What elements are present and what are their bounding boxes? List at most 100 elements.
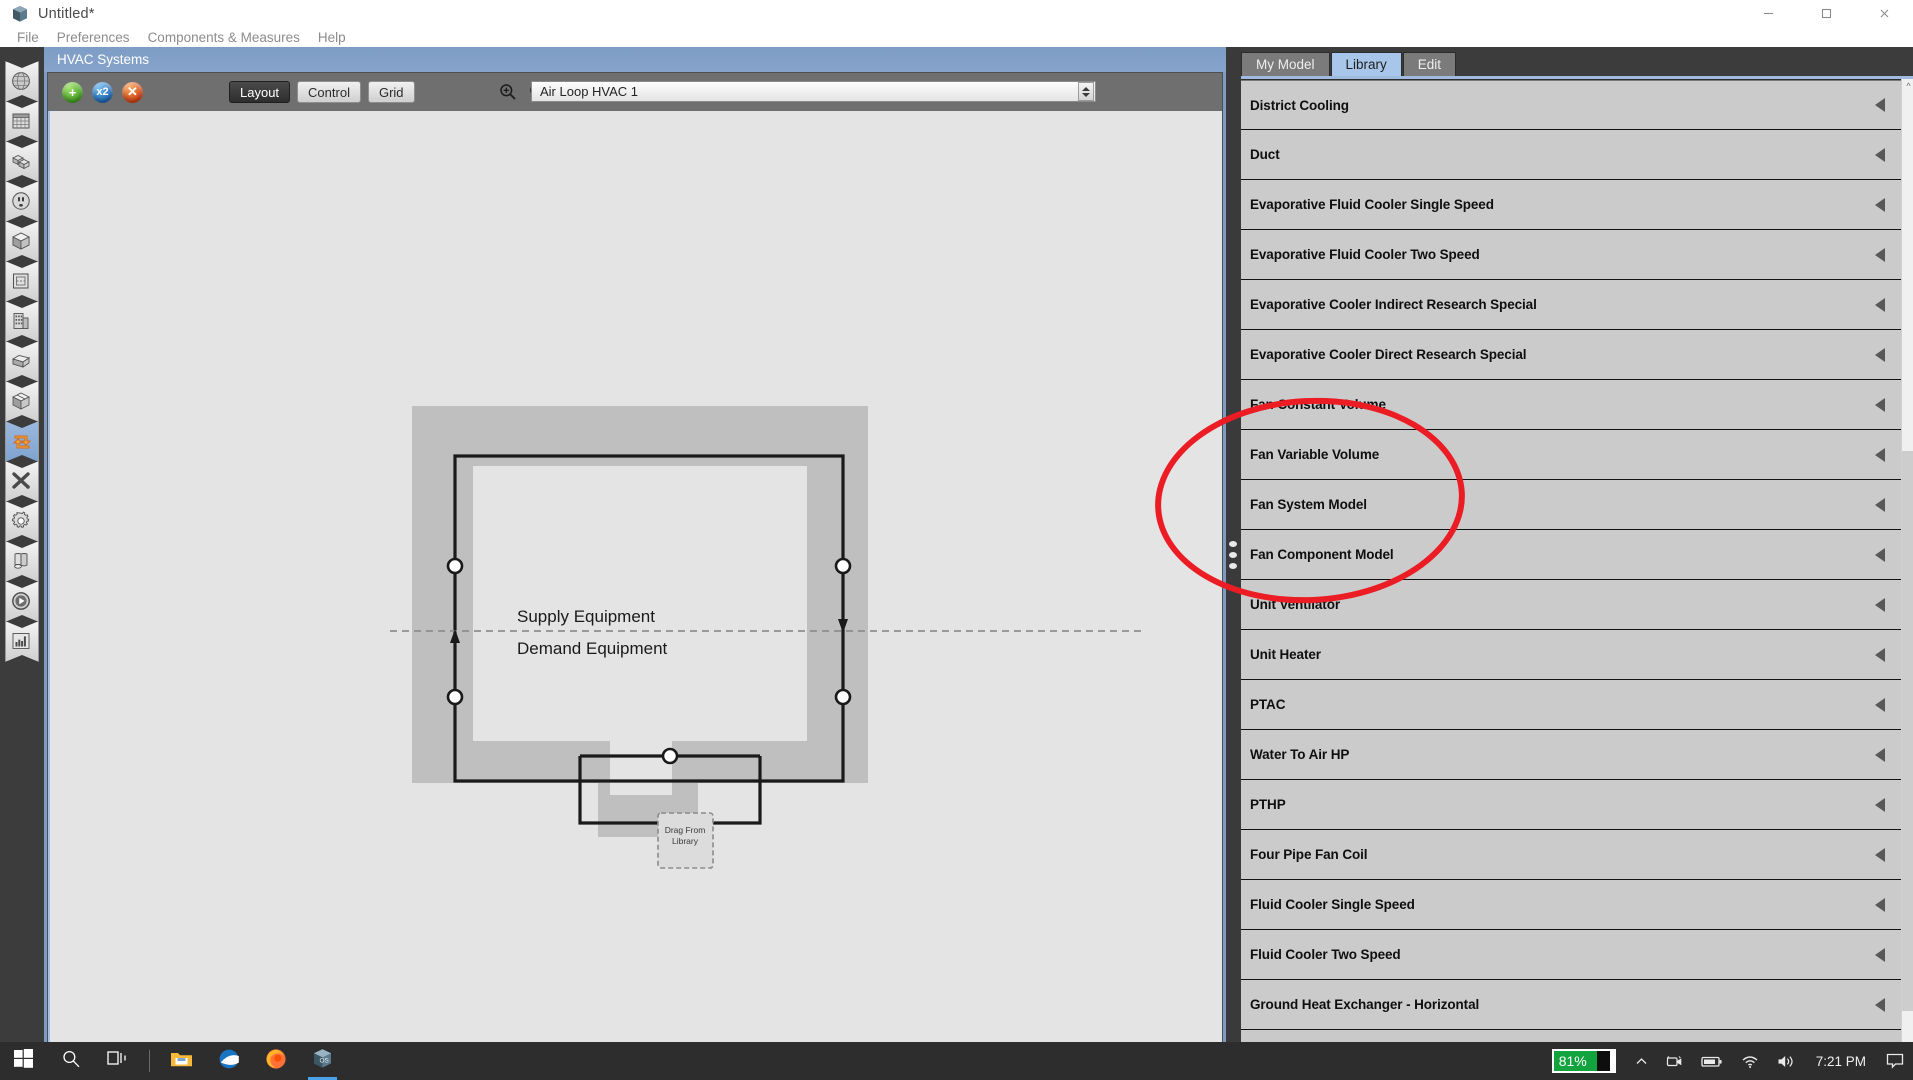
library-scrollbar[interactable]: ^	[1901, 79, 1913, 1056]
list-item[interactable]: Fluid Cooler Two Speed	[1241, 930, 1901, 980]
delete-loop-button[interactable]: ✕	[122, 81, 143, 103]
minimize-button[interactable]	[1739, 0, 1797, 27]
list-item[interactable]: District Cooling	[1241, 80, 1901, 130]
list-item-fan-variable-volume[interactable]: Fan Variable Volume	[1241, 430, 1901, 480]
list-item[interactable]: Ground Heat Exchanger - Horizontal	[1241, 980, 1901, 1030]
sidebar-item-geometry[interactable]	[5, 261, 39, 302]
list-item[interactable]: Fluid Cooler Single Speed	[1241, 880, 1901, 930]
sidebar-item-thermal-zones[interactable]	[5, 381, 39, 422]
zoom-in-icon[interactable]	[499, 83, 517, 101]
chevron-left-icon[interactable]	[1875, 897, 1885, 912]
chevron-left-icon[interactable]	[1875, 597, 1885, 612]
air-loop-diagram[interactable]: Supply Equipment Demand Equipment Drag F…	[50, 111, 1222, 1045]
sidebar-item-constructions[interactable]	[5, 141, 39, 182]
duplicate-loop-button[interactable]: x2	[92, 81, 113, 103]
list-item[interactable]: Unit Ventilator	[1241, 580, 1901, 630]
sidebar-item-site[interactable]	[5, 61, 39, 102]
taskbar-file-explorer[interactable]	[158, 1042, 205, 1080]
menu-preferences[interactable]: Preferences	[48, 28, 139, 47]
library-component-list[interactable]: District Cooling Duct Evaporative Fluid …	[1241, 79, 1901, 1056]
chevron-left-icon[interactable]	[1875, 497, 1885, 512]
list-item[interactable]: Duct	[1241, 130, 1901, 180]
sidebar-item-loads[interactable]	[5, 181, 39, 222]
taskbar-clock[interactable]: 7:21 PM	[1805, 1054, 1877, 1069]
sidebar-item-output-variables[interactable]	[5, 541, 39, 582]
list-item[interactable]: Four Pipe Fan Coil	[1241, 830, 1901, 880]
chevron-left-icon[interactable]	[1875, 947, 1885, 962]
chevron-left-icon[interactable]	[1875, 147, 1885, 162]
view-mode-group: Layout Control Grid	[229, 81, 415, 103]
hvac-loop-canvas[interactable]: Supply Equipment Demand Equipment Drag F…	[50, 111, 1222, 1045]
list-item[interactable]: Unit Heater	[1241, 630, 1901, 680]
list-item[interactable]: Evaporative Fluid Cooler Two Speed	[1241, 230, 1901, 280]
wifi-icon[interactable]	[1732, 1042, 1768, 1080]
supply-equipment-label: Supply Equipment	[517, 607, 655, 626]
add-loop-button[interactable]: +	[62, 81, 83, 103]
chevron-left-icon[interactable]	[1875, 347, 1885, 362]
sidebar-item-measures[interactable]	[5, 461, 39, 502]
chevron-left-icon[interactable]	[1875, 747, 1885, 762]
list-item[interactable]: Evaporative Cooler Indirect Research Spe…	[1241, 280, 1901, 330]
chevron-left-icon[interactable]	[1875, 197, 1885, 212]
camera-icon[interactable]	[1657, 1042, 1692, 1080]
list-item[interactable]: PTAC	[1241, 680, 1901, 730]
loop-selector[interactable]: Air Loop HVAC 1	[531, 81, 1096, 102]
chevron-updown-icon[interactable]	[1078, 82, 1094, 101]
chevron-left-icon[interactable]	[1875, 447, 1885, 462]
chevron-left-icon[interactable]	[1875, 297, 1885, 312]
battery-percent-badge[interactable]: 81%	[1551, 1049, 1616, 1073]
scroll-up-icon[interactable]: ^	[1904, 81, 1913, 91]
scrollbar-thumb[interactable]	[1902, 451, 1913, 1011]
chevron-left-icon[interactable]	[1875, 997, 1885, 1012]
list-item[interactable]: Evaporative Cooler Direct Research Speci…	[1241, 330, 1901, 380]
taskbar-search-button[interactable]	[47, 1042, 94, 1080]
chevron-left-icon[interactable]	[1875, 797, 1885, 812]
tab-my-model[interactable]: My Model	[1241, 52, 1330, 76]
chevron-left-icon[interactable]	[1875, 397, 1885, 412]
menu-help[interactable]: Help	[309, 28, 355, 47]
chevron-left-icon[interactable]	[1875, 98, 1885, 112]
list-item[interactable]: Evaporative Fluid Cooler Single Speed	[1241, 180, 1901, 230]
sidebar-item-spaces[interactable]	[5, 341, 39, 382]
taskbar-mail[interactable]	[205, 1042, 252, 1080]
maximize-button[interactable]	[1797, 0, 1855, 27]
taskbar-openstudio[interactable]: OS	[299, 1042, 346, 1080]
battery-icon[interactable]	[1692, 1042, 1732, 1080]
tab-grid[interactable]: Grid	[367, 81, 415, 103]
windows-logo-icon	[14, 1049, 33, 1073]
chevron-up-icon[interactable]	[1626, 1042, 1657, 1080]
list-item-label: Evaporative Cooler Direct Research Speci…	[1250, 347, 1527, 362]
list-item-fan-system-model[interactable]: Fan System Model	[1241, 480, 1901, 530]
chevron-left-icon[interactable]	[1875, 847, 1885, 862]
sidebar-item-run-simulation[interactable]	[5, 581, 39, 622]
menu-file[interactable]: File	[8, 28, 48, 47]
windows-taskbar: OS 81% 7:21 PM	[0, 1042, 1913, 1080]
sidebar-item-simulation-settings[interactable]	[5, 501, 39, 542]
taskbar-start-button[interactable]	[0, 1042, 47, 1080]
taskbar-firefox[interactable]	[252, 1042, 299, 1080]
menu-components-measures[interactable]: Components & Measures	[139, 28, 309, 47]
chevron-left-icon[interactable]	[1875, 697, 1885, 712]
close-button[interactable]	[1855, 0, 1913, 27]
mail-icon	[218, 1049, 240, 1074]
sidebar-item-hvac-systems[interactable]	[5, 421, 39, 462]
notification-icon[interactable]	[1877, 1042, 1913, 1080]
chevron-left-icon[interactable]	[1875, 247, 1885, 262]
tab-edit[interactable]: Edit	[1402, 52, 1457, 76]
sidebar-item-facility[interactable]	[5, 301, 39, 342]
sidebar-item-results-summary[interactable]	[5, 621, 39, 662]
list-item-fan-constant-volume[interactable]: Fan Constant Volume	[1241, 380, 1901, 430]
list-item[interactable]: PTHP	[1241, 780, 1901, 830]
chevron-left-icon[interactable]	[1875, 647, 1885, 662]
taskbar-task-view-button[interactable]	[94, 1042, 141, 1080]
panel-splitter-handle[interactable]	[1226, 47, 1241, 1056]
list-item-fan-component-model[interactable]: Fan Component Model	[1241, 530, 1901, 580]
tab-library[interactable]: Library	[1330, 52, 1402, 76]
chevron-left-icon[interactable]	[1875, 547, 1885, 562]
tab-layout[interactable]: Layout	[229, 81, 291, 103]
tab-control[interactable]: Control	[297, 81, 361, 103]
list-item[interactable]: Water To Air HP	[1241, 730, 1901, 780]
volume-icon[interactable]	[1768, 1042, 1805, 1080]
sidebar-item-space-types[interactable]	[5, 221, 39, 262]
sidebar-item-schedules[interactable]	[5, 101, 39, 142]
